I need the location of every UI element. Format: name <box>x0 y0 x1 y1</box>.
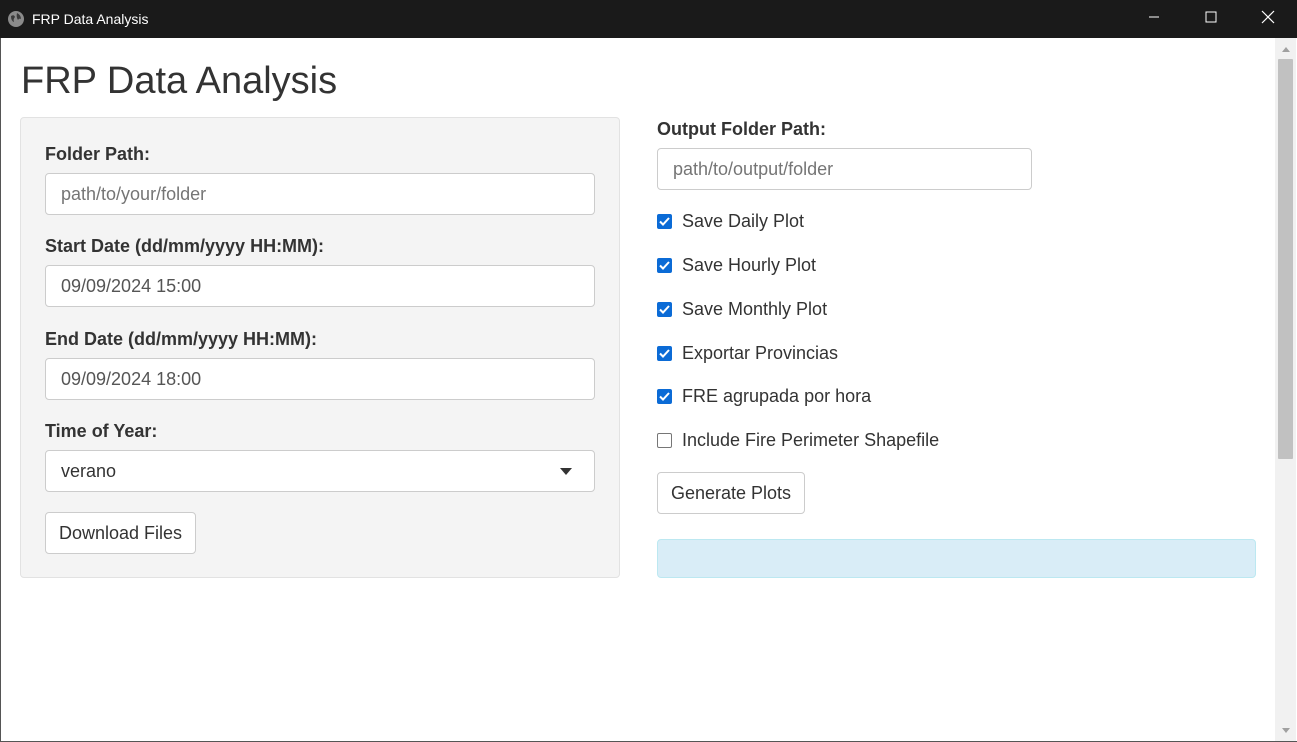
checkbox-save-monthly-plot[interactable]: Save Monthly Plot <box>657 297 827 321</box>
checkbox-checked-icon[interactable] <box>657 257 672 273</box>
page-title: FRP Data Analysis <box>21 60 338 102</box>
window-titlebar: FRP Data Analysis <box>0 0 1297 38</box>
checkbox-save-hourly-plot[interactable]: Save Hourly Plot <box>657 253 816 277</box>
checkbox-label: Save Monthly Plot <box>682 298 828 319</box>
end-date-input[interactable] <box>45 358 595 400</box>
chevron-down-icon <box>560 468 572 475</box>
close-icon <box>1261 10 1275 29</box>
output-folder-input[interactable] <box>657 148 1032 190</box>
status-output-box <box>657 539 1256 578</box>
window-title: FRP Data Analysis <box>32 11 149 27</box>
time-of-year-label: Time of Year: <box>45 421 158 441</box>
generate-plots-button[interactable]: Generate Plots <box>657 472 805 514</box>
download-files-button[interactable]: Download Files <box>45 512 196 554</box>
checkbox-checked-icon[interactable] <box>657 388 672 404</box>
scroll-up-arrow-icon[interactable] <box>1275 40 1296 58</box>
checkbox-exportar-provincias[interactable]: Exportar Provincias <box>657 341 838 365</box>
maximize-icon <box>1205 10 1217 28</box>
start-date-input[interactable] <box>45 265 595 307</box>
checkbox-label: Exportar Provincias <box>682 342 839 363</box>
close-button[interactable] <box>1239 0 1297 38</box>
checkbox-checked-icon[interactable] <box>657 301 672 317</box>
checkbox-unchecked-icon[interactable] <box>657 432 672 448</box>
output-folder-label: Output Folder Path: <box>657 119 826 139</box>
folder-path-input[interactable] <box>45 173 595 215</box>
app-content: FRP Data Analysis Folder Path: Start Dat… <box>1 38 1275 741</box>
globe-icon <box>7 10 25 28</box>
maximize-button[interactable] <box>1182 0 1239 38</box>
checkbox-label: Save Daily Plot <box>682 210 805 231</box>
minimize-button[interactable] <box>1125 0 1182 38</box>
checkbox-save-daily-plot[interactable]: Save Daily Plot <box>657 209 804 233</box>
time-of-year-value: verano <box>61 460 117 481</box>
time-of-year-select[interactable]: verano <box>45 450 595 492</box>
checkbox-checked-icon[interactable] <box>657 345 672 361</box>
checkbox-label: Save Hourly Plot <box>682 254 817 275</box>
checkbox-label: FRE agrupada por hora <box>682 385 872 406</box>
minimize-icon <box>1148 10 1160 28</box>
folder-path-label: Folder Path: <box>45 144 151 164</box>
checkbox-label: Include Fire Perimeter Shapefile <box>682 429 940 450</box>
checkbox-fre-agrupada[interactable]: FRE agrupada por hora <box>657 384 871 408</box>
checkbox-checked-icon[interactable] <box>657 213 672 229</box>
start-date-label: Start Date (dd/mm/yyyy HH:MM): <box>45 236 325 256</box>
vertical-scrollbar[interactable] <box>1275 38 1296 741</box>
scroll-down-arrow-icon[interactable] <box>1275 721 1296 739</box>
checkbox-fire-perimeter[interactable]: Include Fire Perimeter Shapefile <box>657 428 939 452</box>
end-date-label: End Date (dd/mm/yyyy HH:MM): <box>45 329 318 349</box>
scrollbar-thumb[interactable] <box>1278 59 1293 459</box>
